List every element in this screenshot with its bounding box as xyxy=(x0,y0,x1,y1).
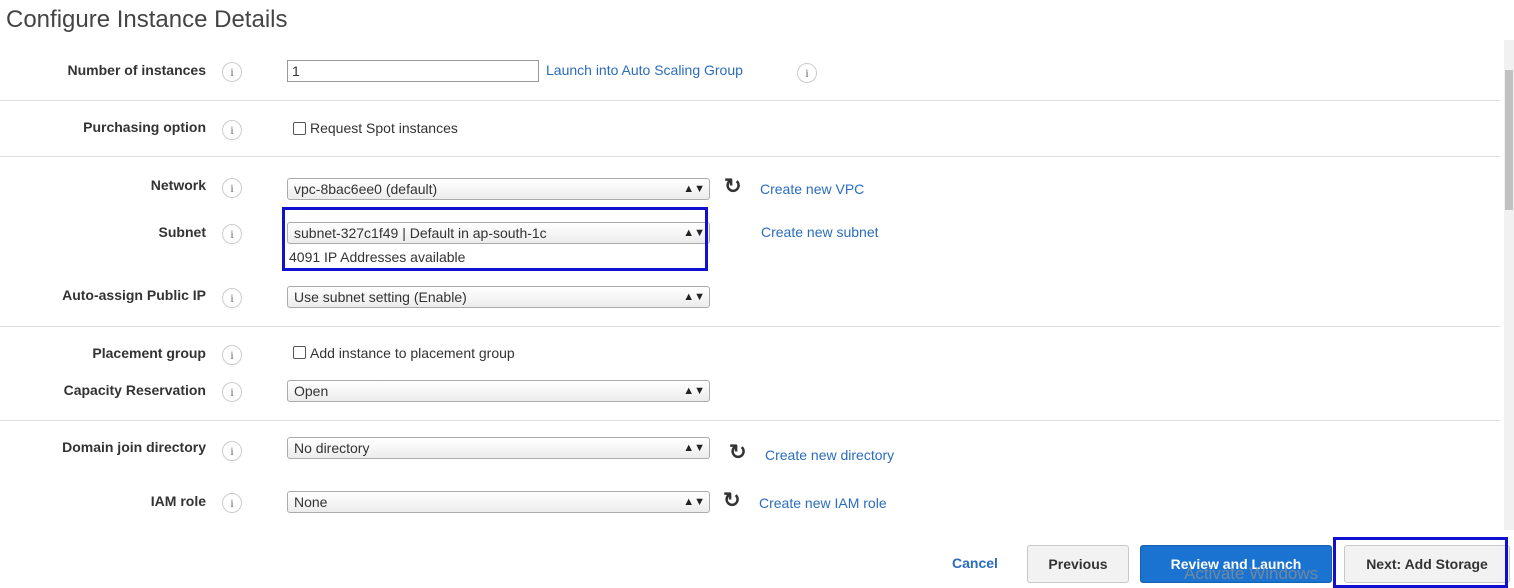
placement-group-checkbox-label[interactable]: Add instance to placement group xyxy=(310,345,515,361)
divider xyxy=(0,100,1500,101)
network-select[interactable]: vpc-8bac6ee0 (default) ▲▼ xyxy=(287,178,710,200)
iam-role-select-value: None xyxy=(294,494,328,510)
domain-join-select-value: No directory xyxy=(294,440,370,456)
info-icon[interactable]: i xyxy=(222,120,242,140)
refresh-icon[interactable]: ↻ xyxy=(729,442,747,463)
subnet-available-ips: 4091 IP Addresses available xyxy=(289,249,466,265)
create-new-iam-role-link[interactable]: Create new IAM role xyxy=(759,495,887,511)
auto-assign-ip-label: Auto-assign Public IP xyxy=(62,287,206,303)
network-label: Network xyxy=(150,177,206,193)
dropdown-arrow-icon: ▲▼ xyxy=(683,291,705,303)
dropdown-arrow-icon: ▲▼ xyxy=(683,227,705,239)
info-icon[interactable]: i xyxy=(222,62,242,82)
refresh-icon[interactable]: ↻ xyxy=(723,490,741,511)
request-spot-label[interactable]: Request Spot instances xyxy=(310,120,458,136)
info-icon[interactable]: i xyxy=(797,63,817,83)
domain-join-label: Domain join directory xyxy=(62,439,206,455)
network-select-value: vpc-8bac6ee0 (default) xyxy=(294,181,438,197)
next-add-storage-button[interactable]: Next: Add Storage xyxy=(1344,545,1510,583)
number-of-instances-input[interactable] xyxy=(287,60,539,82)
scrollbar-thumb[interactable] xyxy=(1505,70,1513,210)
dropdown-arrow-icon: ▲▼ xyxy=(683,442,705,454)
info-icon[interactable]: i xyxy=(222,345,242,365)
info-icon[interactable]: i xyxy=(222,288,242,308)
iam-role-label: IAM role xyxy=(150,493,206,509)
info-icon[interactable]: i xyxy=(222,224,242,244)
subnet-select[interactable]: subnet-327c1f49 | Default in ap-south-1c… xyxy=(287,222,710,244)
subnet-select-value: subnet-327c1f49 | Default in ap-south-1c xyxy=(294,225,547,241)
info-icon[interactable]: i xyxy=(222,493,242,513)
info-icon[interactable]: i xyxy=(222,382,242,402)
dropdown-arrow-icon: ▲▼ xyxy=(683,385,705,397)
subnet-label: Subnet xyxy=(158,224,206,240)
page-title: Configure Instance Details xyxy=(6,6,288,33)
create-new-directory-link[interactable]: Create new directory xyxy=(765,447,894,463)
divider xyxy=(0,420,1500,421)
info-icon[interactable]: i xyxy=(222,441,242,461)
divider xyxy=(0,156,1500,157)
launch-auto-scaling-link[interactable]: Launch into Auto Scaling Group xyxy=(546,62,743,78)
iam-role-select[interactable]: None ▲▼ xyxy=(287,491,710,513)
dropdown-arrow-icon: ▲▼ xyxy=(683,496,705,508)
domain-join-select[interactable]: No directory ▲▼ xyxy=(287,437,710,459)
capacity-reservation-label: Capacity Reservation xyxy=(63,382,206,398)
instances-label: Number of instances xyxy=(67,62,206,78)
divider xyxy=(0,326,1500,327)
auto-assign-ip-select[interactable]: Use subnet setting (Enable) ▲▼ xyxy=(287,286,710,308)
purchasing-option-label: Purchasing option xyxy=(83,119,206,135)
capacity-reservation-select[interactable]: Open ▲▼ xyxy=(287,380,710,402)
create-new-subnet-link[interactable]: Create new subnet xyxy=(761,224,879,240)
auto-assign-ip-select-value: Use subnet setting (Enable) xyxy=(294,289,467,305)
info-icon[interactable]: i xyxy=(222,178,242,198)
capacity-reservation-select-value: Open xyxy=(294,383,329,399)
previous-button[interactable]: Previous xyxy=(1027,545,1129,583)
placement-group-checkbox[interactable] xyxy=(293,346,306,359)
activate-windows-watermark: Activate Windows xyxy=(1184,564,1319,583)
dropdown-arrow-icon: ▲▼ xyxy=(683,183,705,195)
refresh-icon[interactable]: ↻ xyxy=(724,176,742,197)
cancel-link[interactable]: Cancel xyxy=(952,555,998,571)
create-new-vpc-link[interactable]: Create new VPC xyxy=(760,181,864,197)
placement-group-label: Placement group xyxy=(92,345,206,361)
request-spot-checkbox[interactable] xyxy=(293,122,306,135)
